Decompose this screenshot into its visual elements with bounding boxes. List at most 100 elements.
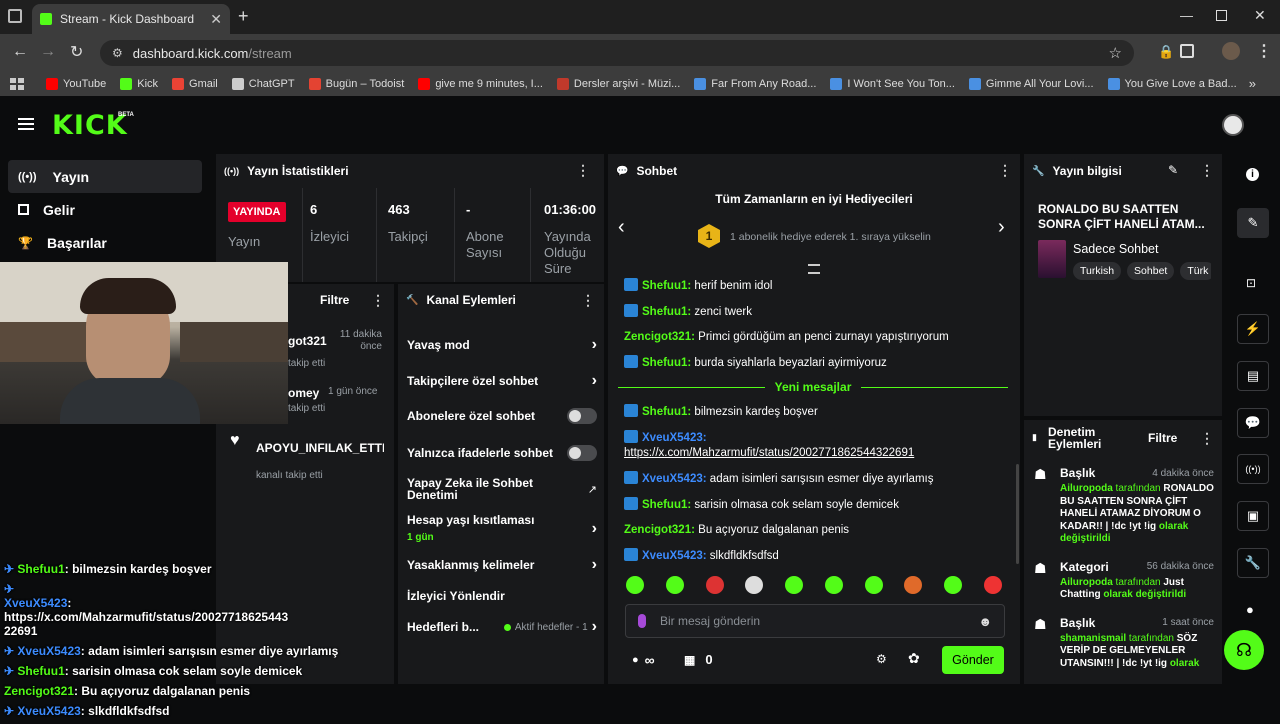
- support-headset-icon[interactable]: ☊: [1224, 630, 1264, 670]
- chat-username[interactable]: Shefuu1: [642, 357, 687, 369]
- minimize-icon[interactable]: —: [1180, 8, 1193, 23]
- sidebar-item-gelir[interactable]: Gelir: [0, 193, 210, 226]
- sidebar-item-yayin[interactable]: ((•)) Yayın: [8, 160, 202, 193]
- send-button[interactable]: Gönder: [942, 646, 1004, 674]
- chat-more-icon[interactable]: ⋮: [998, 162, 1012, 179]
- action-emotes-only[interactable]: Yalnızca ifadelerle sohbet: [407, 445, 597, 461]
- prev-arrow-icon[interactable]: ‹: [618, 216, 625, 239]
- maximize-icon[interactable]: [1216, 10, 1227, 21]
- bookmark-item[interactable]: ChatGPT: [231, 78, 295, 90]
- store-display[interactable]: ▦ 0: [684, 652, 713, 667]
- hamburger-menu-icon[interactable]: [18, 118, 34, 130]
- window-close-icon[interactable]: ✕: [1254, 7, 1266, 24]
- layout-icon[interactable]: ▣: [1237, 501, 1269, 531]
- notes-icon[interactable]: ▤: [1237, 361, 1269, 391]
- extension-lock-icon[interactable]: 🔒: [1158, 44, 1174, 60]
- broadcast-icon[interactable]: ((•)): [1237, 454, 1269, 484]
- next-arrow-icon[interactable]: ›: [998, 216, 1005, 239]
- chat-icon[interactable]: 💬: [1237, 408, 1269, 438]
- activity-user[interactable]: omey: [288, 386, 319, 400]
- bookmark-item[interactable]: YouTube: [46, 78, 106, 90]
- action-followers-only[interactable]: Takipçilere özel sohbet ›: [407, 372, 597, 390]
- activity-user[interactable]: APOYU_INFILAK_ETTI: [256, 441, 384, 455]
- bookmark-item[interactable]: I Won't See You Ton...: [830, 78, 955, 90]
- bookmark-item[interactable]: Gmail: [172, 78, 218, 90]
- emote-icon[interactable]: [626, 576, 644, 594]
- lightning-icon[interactable]: ⚡: [1237, 314, 1269, 344]
- profile-avatar[interactable]: [1222, 42, 1240, 60]
- action-account-age[interactable]: Hesap yaşı kısıtlaması 1 gün ›: [407, 513, 597, 545]
- points-icon[interactable]: ●: [1246, 602, 1254, 617]
- stream-info-more-icon[interactable]: ⋮: [1200, 162, 1214, 179]
- chat-username[interactable]: XveuX5423: [642, 550, 703, 562]
- action-slow-mode[interactable]: Yavaş mod ›: [407, 336, 597, 354]
- chat-settings-icon[interactable]: ⚙: [876, 652, 887, 666]
- emote-icon[interactable]: [944, 576, 963, 594]
- tag-chip[interactable]: Sohbet: [1127, 262, 1175, 280]
- action-goals[interactable]: Hedefleri b... Aktif hedefler - 1 ›: [407, 618, 597, 636]
- moderation-user[interactable]: Ailuropoda: [1060, 577, 1113, 588]
- info-icon[interactable]: i: [1246, 168, 1259, 181]
- category-name[interactable]: Sadece Sohbet: [1073, 242, 1159, 256]
- emote-icon[interactable]: [904, 576, 923, 594]
- bookmark-item[interactable]: Bugün – Todoist: [308, 78, 404, 90]
- site-settings-icon[interactable]: ⚙: [112, 46, 123, 60]
- forward-icon[interactable]: →: [40, 43, 56, 61]
- action-subscribers-only[interactable]: Abonelere özel sohbet: [407, 408, 597, 424]
- apps-grid-icon[interactable]: [10, 78, 24, 90]
- emote-icon[interactable]: [983, 576, 1002, 594]
- emote-icon[interactable]: [785, 576, 804, 594]
- browser-tab[interactable]: Stream - Kick Dashboard ✕: [32, 4, 230, 34]
- chat-username[interactable]: Zencigot321: [624, 331, 691, 343]
- browser-menu-icon[interactable]: ⋮: [1256, 41, 1272, 61]
- activity-more-icon[interactable]: ⋮: [371, 292, 385, 309]
- chat-username[interactable]: Shefuu1: [642, 406, 687, 418]
- gift-icon[interactable]: ✿: [908, 650, 920, 667]
- emote-icon[interactable]: [864, 576, 883, 594]
- sidebar-item-basarilar[interactable]: 🏆 Başarılar: [0, 226, 210, 259]
- edit-mode-icon[interactable]: ✎: [1237, 208, 1269, 238]
- chat-username[interactable]: XveuX5423: [642, 473, 703, 485]
- bookmarks-overflow-icon[interactable]: »: [1249, 76, 1256, 91]
- collapse-icon[interactable]: [808, 264, 820, 274]
- new-tab-icon[interactable]: +: [238, 6, 249, 27]
- moderation-user[interactable]: Ailuropoda: [1060, 483, 1113, 494]
- back-icon[interactable]: ←: [12, 43, 28, 61]
- activity-user[interactable]: got321: [288, 334, 327, 348]
- channel-actions-more-icon[interactable]: ⋮: [581, 292, 595, 309]
- emotes-only-toggle[interactable]: [567, 445, 597, 461]
- bookmark-item[interactable]: Dersler arşivi - Müzi...: [556, 78, 680, 90]
- emote-icon[interactable]: [824, 576, 843, 594]
- emoji-icon[interactable]: ☻: [978, 614, 992, 629]
- stats-more-icon[interactable]: ⋮: [576, 162, 590, 179]
- bookmark-item[interactable]: You Give Love a Bad...: [1107, 78, 1237, 90]
- emote-icon[interactable]: [665, 576, 684, 594]
- action-banned-words[interactable]: Yasaklanmış kelimeler ›: [407, 556, 597, 574]
- chat-link[interactable]: https://x.com/Mahzarmufit/status/2002771…: [624, 447, 914, 459]
- chat-username[interactable]: Zencigot321: [624, 524, 691, 536]
- tag-chip[interactable]: Turkish: [1073, 262, 1122, 280]
- tab-search-icon[interactable]: [8, 9, 22, 23]
- action-redirect-viewers[interactable]: İzleyici Yönlendir: [407, 587, 597, 605]
- category-thumbnail[interactable]: [1038, 240, 1066, 278]
- subscribers-only-toggle[interactable]: [567, 408, 597, 424]
- points-display[interactable]: ● ∞: [632, 652, 655, 668]
- chat-username[interactable]: Shefuu1: [642, 499, 687, 511]
- moderation-filter-button[interactable]: Filtre: [1148, 431, 1177, 445]
- chat-username[interactable]: Shefuu1: [642, 280, 687, 292]
- tag-chip[interactable]: Türk: [1180, 262, 1211, 280]
- edit-pencil-icon[interactable]: ✎: [1168, 163, 1178, 177]
- url-field[interactable]: ⚙ dashboard.kick.com/stream ☆: [100, 40, 1134, 66]
- wrench-icon[interactable]: 🔧: [1237, 548, 1269, 578]
- chat-username[interactable]: XveuX5423: [642, 432, 703, 444]
- filter-button[interactable]: Filtre: [320, 293, 349, 307]
- chat-input[interactable]: Bir mesaj gönderin ☻: [625, 604, 1005, 638]
- close-icon[interactable]: ✕: [210, 11, 222, 28]
- bookmark-item[interactable]: Kick: [120, 78, 158, 90]
- emote-icon[interactable]: [745, 576, 764, 594]
- screenshot-icon[interactable]: ⊡: [1246, 276, 1256, 290]
- moderation-more-icon[interactable]: ⋮: [1200, 430, 1214, 447]
- kick-logo[interactable]: KICK: [52, 110, 128, 141]
- emote-icon[interactable]: [705, 576, 724, 594]
- microphone-icon[interactable]: [638, 614, 646, 628]
